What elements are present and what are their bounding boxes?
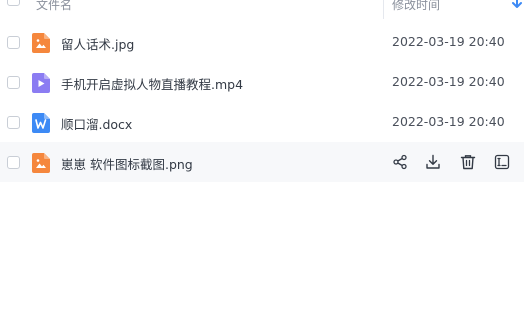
- file-name[interactable]: 崽崽 软件图标截图.png: [61, 154, 193, 173]
- column-header-name[interactable]: 文件名: [36, 0, 72, 13]
- share-icon[interactable]: [392, 154, 408, 170]
- column-header-modified-time[interactable]: 修改时间: [392, 0, 440, 13]
- file-modified-time: 2022-03-19 20:40: [392, 114, 505, 129]
- file-row[interactable]: 留人话术.jpg 2022-03-19 20:40: [0, 22, 524, 62]
- download-icon[interactable]: [425, 154, 441, 170]
- image-file-icon: [32, 153, 50, 173]
- row-checkbox[interactable]: [7, 116, 20, 129]
- row-checkbox[interactable]: [7, 36, 20, 49]
- row-checkbox[interactable]: [7, 156, 20, 169]
- sort-down-icon[interactable]: [511, 0, 523, 11]
- word-file-icon: [32, 113, 50, 133]
- video-file-icon: [32, 73, 50, 93]
- file-modified-time: 2022-03-19 20:40: [392, 34, 505, 49]
- select-all-checkbox[interactable]: [7, 0, 20, 6]
- file-name[interactable]: 顺口溜.docx: [61, 114, 132, 133]
- delete-icon[interactable]: [460, 154, 476, 170]
- file-row[interactable]: 手机开启虚拟人物直播教程.mp4 2022-03-19 20:40: [0, 62, 524, 102]
- image-file-icon: [32, 33, 50, 53]
- row-checkbox[interactable]: [7, 76, 20, 89]
- file-row[interactable]: 顺口溜.docx 2022-03-19 20:40: [0, 102, 524, 142]
- rename-icon[interactable]: [494, 154, 510, 170]
- file-row-hovered[interactable]: 崽崽 软件图标截图.png: [0, 142, 524, 182]
- file-modified-time: 2022-03-19 20:40: [392, 74, 505, 89]
- file-name[interactable]: 留人话术.jpg: [61, 34, 134, 53]
- file-name[interactable]: 手机开启虚拟人物直播教程.mp4: [61, 74, 243, 93]
- file-list-header: 文件名 修改时间: [0, 0, 524, 20]
- column-divider[interactable]: [383, 0, 384, 19]
